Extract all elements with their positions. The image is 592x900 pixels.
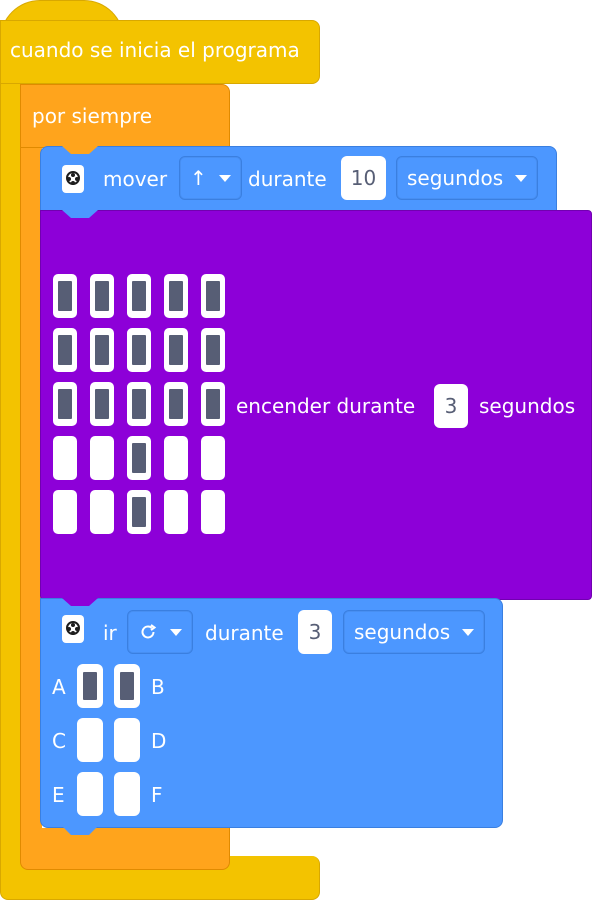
go-unit-value: segundos xyxy=(354,620,451,644)
move-during-label: durante xyxy=(248,167,327,191)
go-during-label: durante xyxy=(205,621,284,645)
motor-port-f-toggle[interactable] xyxy=(114,772,140,816)
motor-port-a-toggle[interactable] xyxy=(77,664,103,708)
led-pixel[interactable] xyxy=(53,328,77,372)
motor-port-e-toggle[interactable] xyxy=(77,772,103,816)
motor-port-label: D xyxy=(151,729,167,753)
light-duration-input[interactable]: 3 xyxy=(434,384,468,428)
move-direction-dropdown[interactable]: ↑ xyxy=(179,156,242,200)
led-pixel[interactable] xyxy=(201,436,225,480)
motor-port-d-toggle[interactable] xyxy=(114,718,140,762)
led-pixel[interactable] xyxy=(127,274,151,318)
light-unit-label: segundos xyxy=(479,394,576,418)
hat-block-label: cuando se inicia el programa xyxy=(10,38,300,62)
move-unit-value: segundos xyxy=(407,166,504,190)
chevron-down-icon xyxy=(170,628,182,636)
move-label: mover xyxy=(103,167,168,191)
motor-port-b-toggle[interactable] xyxy=(114,664,140,708)
move-direction-value: ↑ xyxy=(190,166,207,190)
led-pixel[interactable] xyxy=(127,328,151,372)
robot-controller-icon xyxy=(62,165,84,193)
led-pixel[interactable] xyxy=(90,382,114,426)
led-pixel[interactable] xyxy=(164,382,188,426)
led-pixel[interactable] xyxy=(90,490,114,534)
forever-block-foot xyxy=(20,828,230,870)
forever-block-label: por siempre xyxy=(32,104,153,128)
move-unit-dropdown[interactable]: segundos xyxy=(396,156,539,200)
led-pixel[interactable] xyxy=(201,490,225,534)
led-pixel[interactable] xyxy=(164,274,188,318)
rotate-clockwise-icon xyxy=(141,624,157,639)
led-pixel[interactable] xyxy=(90,274,114,318)
move-duration-input[interactable]: 10 xyxy=(341,156,386,200)
led-pixel[interactable] xyxy=(164,490,188,534)
robot-controller-icon xyxy=(62,615,84,643)
motor-port-label: B xyxy=(151,675,165,699)
led-pixel[interactable] xyxy=(201,382,225,426)
motor-port-label: C xyxy=(52,729,66,753)
led-pixel[interactable] xyxy=(127,490,151,534)
forever-block-spine xyxy=(20,146,42,852)
led-pixel[interactable] xyxy=(90,328,114,372)
motor-port-label: E xyxy=(52,783,65,807)
led-pixel[interactable] xyxy=(127,436,151,480)
led-pixel[interactable] xyxy=(201,274,225,318)
motor-port-label: F xyxy=(151,783,163,807)
led-pixel[interactable] xyxy=(90,436,114,480)
led-pixel[interactable] xyxy=(53,436,77,480)
led-pixel[interactable] xyxy=(53,490,77,534)
chevron-down-icon xyxy=(515,174,528,182)
chevron-down-icon xyxy=(462,628,475,636)
go-unit-dropdown[interactable]: segundos xyxy=(343,610,486,654)
light-label: encender durante xyxy=(236,394,416,418)
led-pixel[interactable] xyxy=(164,328,188,372)
motor-port-label: A xyxy=(52,675,66,699)
go-duration-input[interactable]: 3 xyxy=(298,610,332,654)
motor-port-c-toggle[interactable] xyxy=(77,718,103,762)
led-pixel[interactable] xyxy=(164,436,188,480)
chevron-down-icon xyxy=(218,174,231,182)
led-pixel[interactable] xyxy=(53,274,77,318)
go-label: ir xyxy=(103,621,117,645)
go-direction-dropdown[interactable] xyxy=(127,610,193,654)
led-pixel[interactable] xyxy=(127,382,151,426)
led-pixel[interactable] xyxy=(201,328,225,372)
hat-block-spine xyxy=(0,83,22,873)
led-pixel[interactable] xyxy=(53,382,77,426)
